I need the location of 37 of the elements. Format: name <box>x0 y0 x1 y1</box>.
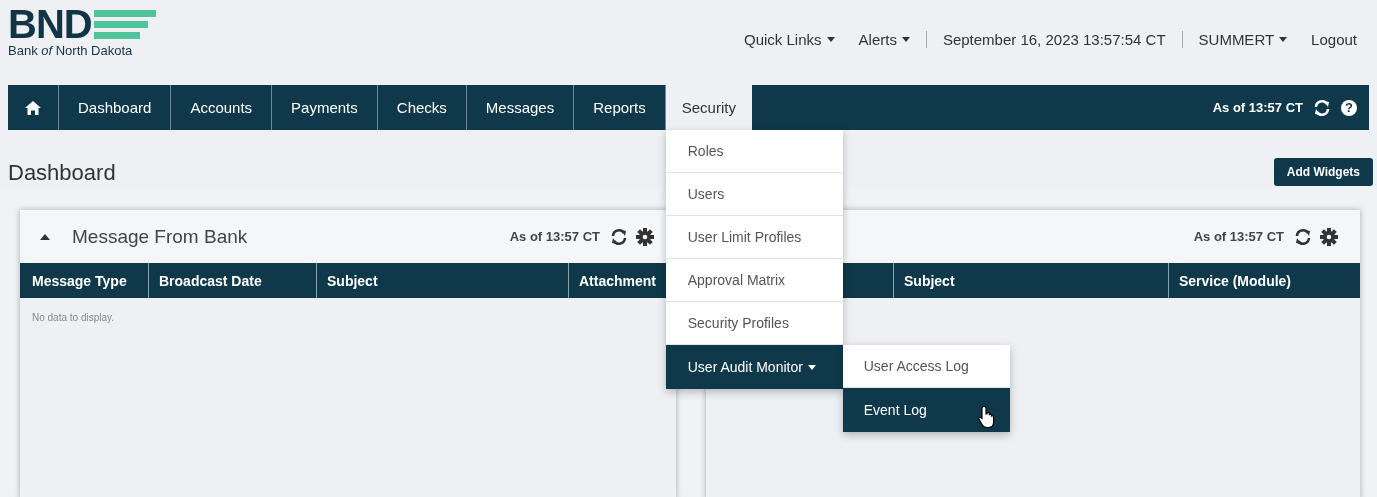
empty-message: No data to display. <box>31 311 116 325</box>
menu-item[interactable]: User Audit Monitor <box>665 345 843 389</box>
column-header: Subject <box>316 263 568 298</box>
as-of-time-text: As of 13:57 CT <box>1193 229 1284 244</box>
nav-tab[interactable]: Accounts <box>171 85 273 130</box>
bank-logo[interactable]: BND Bank of North Dakota <box>8 0 156 58</box>
nav-tab[interactable]: Security <box>665 85 752 130</box>
menu-item[interactable]: Roles <box>665 130 843 173</box>
refresh-icon[interactable] <box>1294 227 1312 246</box>
add-widgets-button[interactable]: Add Widgets <box>1273 158 1373 186</box>
top-menu-link[interactable]: Alerts <box>858 30 910 48</box>
collapse-toggle-icon[interactable] <box>40 233 50 240</box>
column-header: Message Type <box>31 271 128 291</box>
page-title: Dashboard <box>8 159 116 187</box>
column-header: Service (Module) <box>1168 263 1360 298</box>
column-header: Broadcast Date <box>148 263 316 298</box>
as-of-time-text: As of 13:57 CT <box>509 229 600 244</box>
home-icon[interactable] <box>25 99 41 116</box>
settings-icon[interactable] <box>1320 227 1338 246</box>
nav-tab[interactable]: Dashboard <box>59 85 172 130</box>
refresh-icon[interactable] <box>610 227 628 246</box>
refresh-icon[interactable] <box>1313 98 1331 117</box>
nav-tab[interactable]: Reports <box>574 85 666 130</box>
hand-cursor-icon <box>976 405 995 429</box>
column-header: Subject <box>893 263 1168 298</box>
nav-tab[interactable]: Messages <box>466 85 575 130</box>
top-menu-link[interactable]: SUMMERT <box>1198 30 1288 48</box>
top-menu-link[interactable]: Quick Links <box>744 30 835 48</box>
logout-link[interactable]: Logout <box>1311 30 1357 48</box>
as-of-time-text: As of 13:57 CT <box>1212 100 1303 115</box>
nav-tab[interactable]: Checks <box>377 85 467 130</box>
settings-icon[interactable] <box>636 227 654 246</box>
nav-tab[interactable]: Payments <box>272 85 378 130</box>
submenu-item[interactable]: Event Log <box>842 388 1010 432</box>
widget-title: Message From Bank <box>72 225 248 248</box>
help-icon[interactable]: ? <box>1341 99 1357 116</box>
date-time-text: September 16, 2023 13:57:54 CT <box>925 30 1183 48</box>
